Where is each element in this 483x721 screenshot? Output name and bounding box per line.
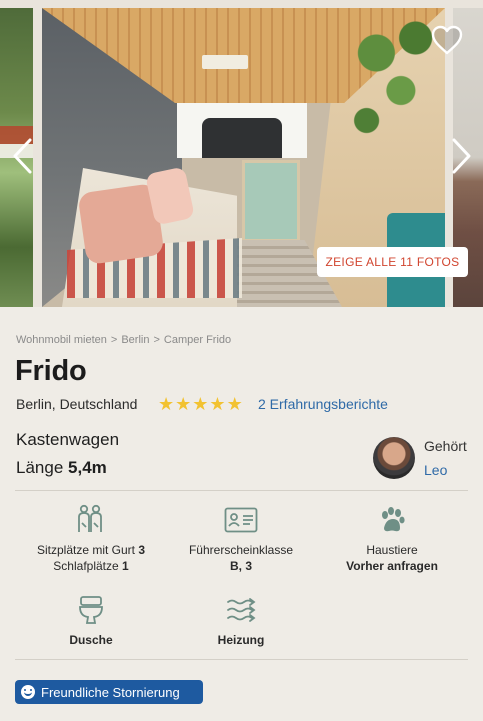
listing-location: Berlin, Deutschland <box>16 396 138 412</box>
length-value: 5,4m <box>68 458 107 477</box>
feature-license: Führerscheinklasse B, 3 <box>166 542 316 574</box>
smiley-icon <box>21 685 35 699</box>
rating-stars: ★ ★ ★ ★ ★ <box>158 395 243 413</box>
heating-label: Heizung <box>217 633 265 647</box>
owner-name-link[interactable]: Leo <box>424 462 447 478</box>
seats-label: Sitzplätze mit Gurt <box>36 543 135 557</box>
vehicle-type: Kastenwagen <box>16 430 120 449</box>
paw-icon <box>378 506 406 534</box>
star-icon: ★ <box>209 394 226 414</box>
breadcrumb-item-city[interactable]: Berlin <box>121 334 149 346</box>
toilet-icon <box>78 595 104 625</box>
next-photo-chevron-icon[interactable] <box>450 136 474 176</box>
star-icon: ★ <box>175 394 192 414</box>
feature-heating: Heizung <box>166 632 316 648</box>
feature-shower: Dusche <box>16 632 166 648</box>
breadcrumb-item-rent[interactable]: Wohnmobil mieten <box>16 334 107 346</box>
pets-label: Haustiere <box>366 543 418 557</box>
favorite-heart-icon[interactable] <box>430 24 464 56</box>
reviews-link[interactable]: 2 Erfahrungsberichte <box>258 396 388 412</box>
breadcrumb-separator: > <box>110 334 118 346</box>
seats-value: 3 <box>138 543 146 557</box>
cancellation-policy-badge[interactable]: Freundliche Stornierung <box>15 680 203 704</box>
photo-gallery[interactable]: ZEIGE ALLE 11 FOTOS <box>0 0 483 307</box>
divider <box>15 490 468 491</box>
breadcrumb-item-current[interactable]: Camper Frido <box>164 334 231 346</box>
pets-value: Vorher anfragen <box>346 559 438 573</box>
divider <box>15 659 468 660</box>
previous-photo-chevron-icon[interactable] <box>10 136 34 176</box>
breadcrumb: Wohnmobil mieten > Berlin > Camper Frido <box>16 334 231 346</box>
listing-title: Frido <box>15 355 87 387</box>
owner-avatar[interactable] <box>373 437 415 479</box>
breadcrumb-separator: > <box>153 334 160 346</box>
feature-seats: Sitzplätze mit Gurt 3 Schlafplätze 1 <box>16 542 166 574</box>
feature-pets: Haustiere Vorher anfragen <box>317 542 467 574</box>
sleeps-value: 1 <box>122 559 129 573</box>
star-icon: ★ <box>226 394 243 414</box>
license-card-icon <box>224 507 258 533</box>
vehicle-length: Länge 5,4m <box>16 458 107 478</box>
length-label: Länge <box>16 458 64 477</box>
star-icon: ★ <box>192 394 209 414</box>
show-all-photos-button[interactable]: ZEIGE ALLE 11 FOTOS <box>317 247 468 277</box>
owned-by-label: Gehört <box>424 438 467 454</box>
license-value: B, 3 <box>229 559 252 573</box>
license-label: Führerscheinklasse <box>188 543 294 557</box>
heating-icon <box>226 597 256 623</box>
cancellation-label: Freundliche Stornierung <box>41 684 180 700</box>
sleeps-label: Schlafplätze <box>53 559 119 573</box>
passengers-icon <box>74 503 106 535</box>
star-icon: ★ <box>158 394 175 414</box>
shower-label: Dusche <box>69 633 113 647</box>
